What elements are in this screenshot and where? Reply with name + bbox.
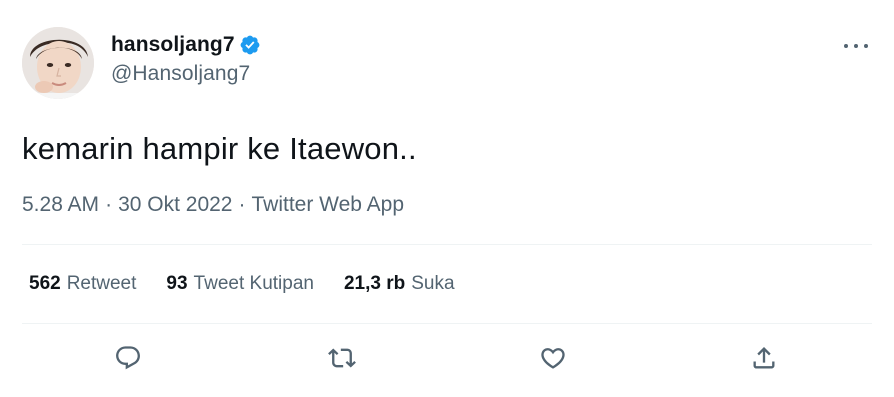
verified-badge-icon [239, 34, 261, 56]
reply-icon [116, 346, 140, 370]
tweet-source[interactable]: Twitter Web App [251, 193, 404, 217]
action-bar [0, 340, 894, 380]
tweet-stats: 562 Retweet 93 Tweet Kutipan 21,3 rb Suk… [29, 273, 485, 295]
name-row: hansoljang7 [111, 31, 261, 59]
divider [22, 323, 872, 324]
share-button[interactable] [746, 340, 782, 376]
like-button[interactable] [535, 340, 571, 376]
reply-button[interactable] [110, 340, 146, 376]
more-dot [844, 44, 848, 48]
retweet-count: 562 [29, 273, 61, 294]
retweet-icon [328, 348, 356, 368]
avatar[interactable] [22, 27, 94, 99]
heart-icon [541, 348, 565, 369]
tweet-date[interactable]: 30 Okt 2022 [118, 193, 232, 217]
quote-label: Tweet Kutipan [193, 273, 314, 294]
tweet-card: hansoljang7 @Hansoljang7 kemarin hampir … [0, 0, 894, 397]
retweet-stat[interactable]: 562 Retweet [29, 273, 136, 295]
tweet-text: kemarin hampir ke Itaewon.. [22, 131, 417, 166]
like-stat[interactable]: 21,3 rb Suka [344, 273, 455, 295]
share-icon [753, 347, 775, 369]
meta-separator: · [238, 193, 246, 216]
like-count: 21,3 rb [343, 273, 406, 294]
tweet-meta: 5.28 AM · 30 Okt 2022 · Twitter Web App [22, 193, 404, 217]
quote-stat[interactable]: 93 Tweet Kutipan [166, 273, 314, 295]
retweet-label: Retweet [66, 273, 137, 294]
more-dot [864, 44, 868, 48]
more-dot [854, 44, 858, 48]
retweet-button[interactable] [324, 340, 360, 376]
display-name[interactable]: hansoljang7 [111, 33, 235, 57]
user-handle[interactable]: @Hansoljang7 [111, 62, 261, 86]
tweet-time[interactable]: 5.28 AM [22, 193, 99, 217]
like-label: Suka [411, 273, 455, 294]
meta-separator: · [105, 193, 113, 216]
divider [22, 244, 872, 245]
avatar-image [22, 27, 94, 99]
more-horizontal-icon[interactable] [844, 36, 868, 56]
quote-count: 93 [166, 273, 188, 294]
user-info: hansoljang7 @Hansoljang7 [111, 31, 261, 86]
